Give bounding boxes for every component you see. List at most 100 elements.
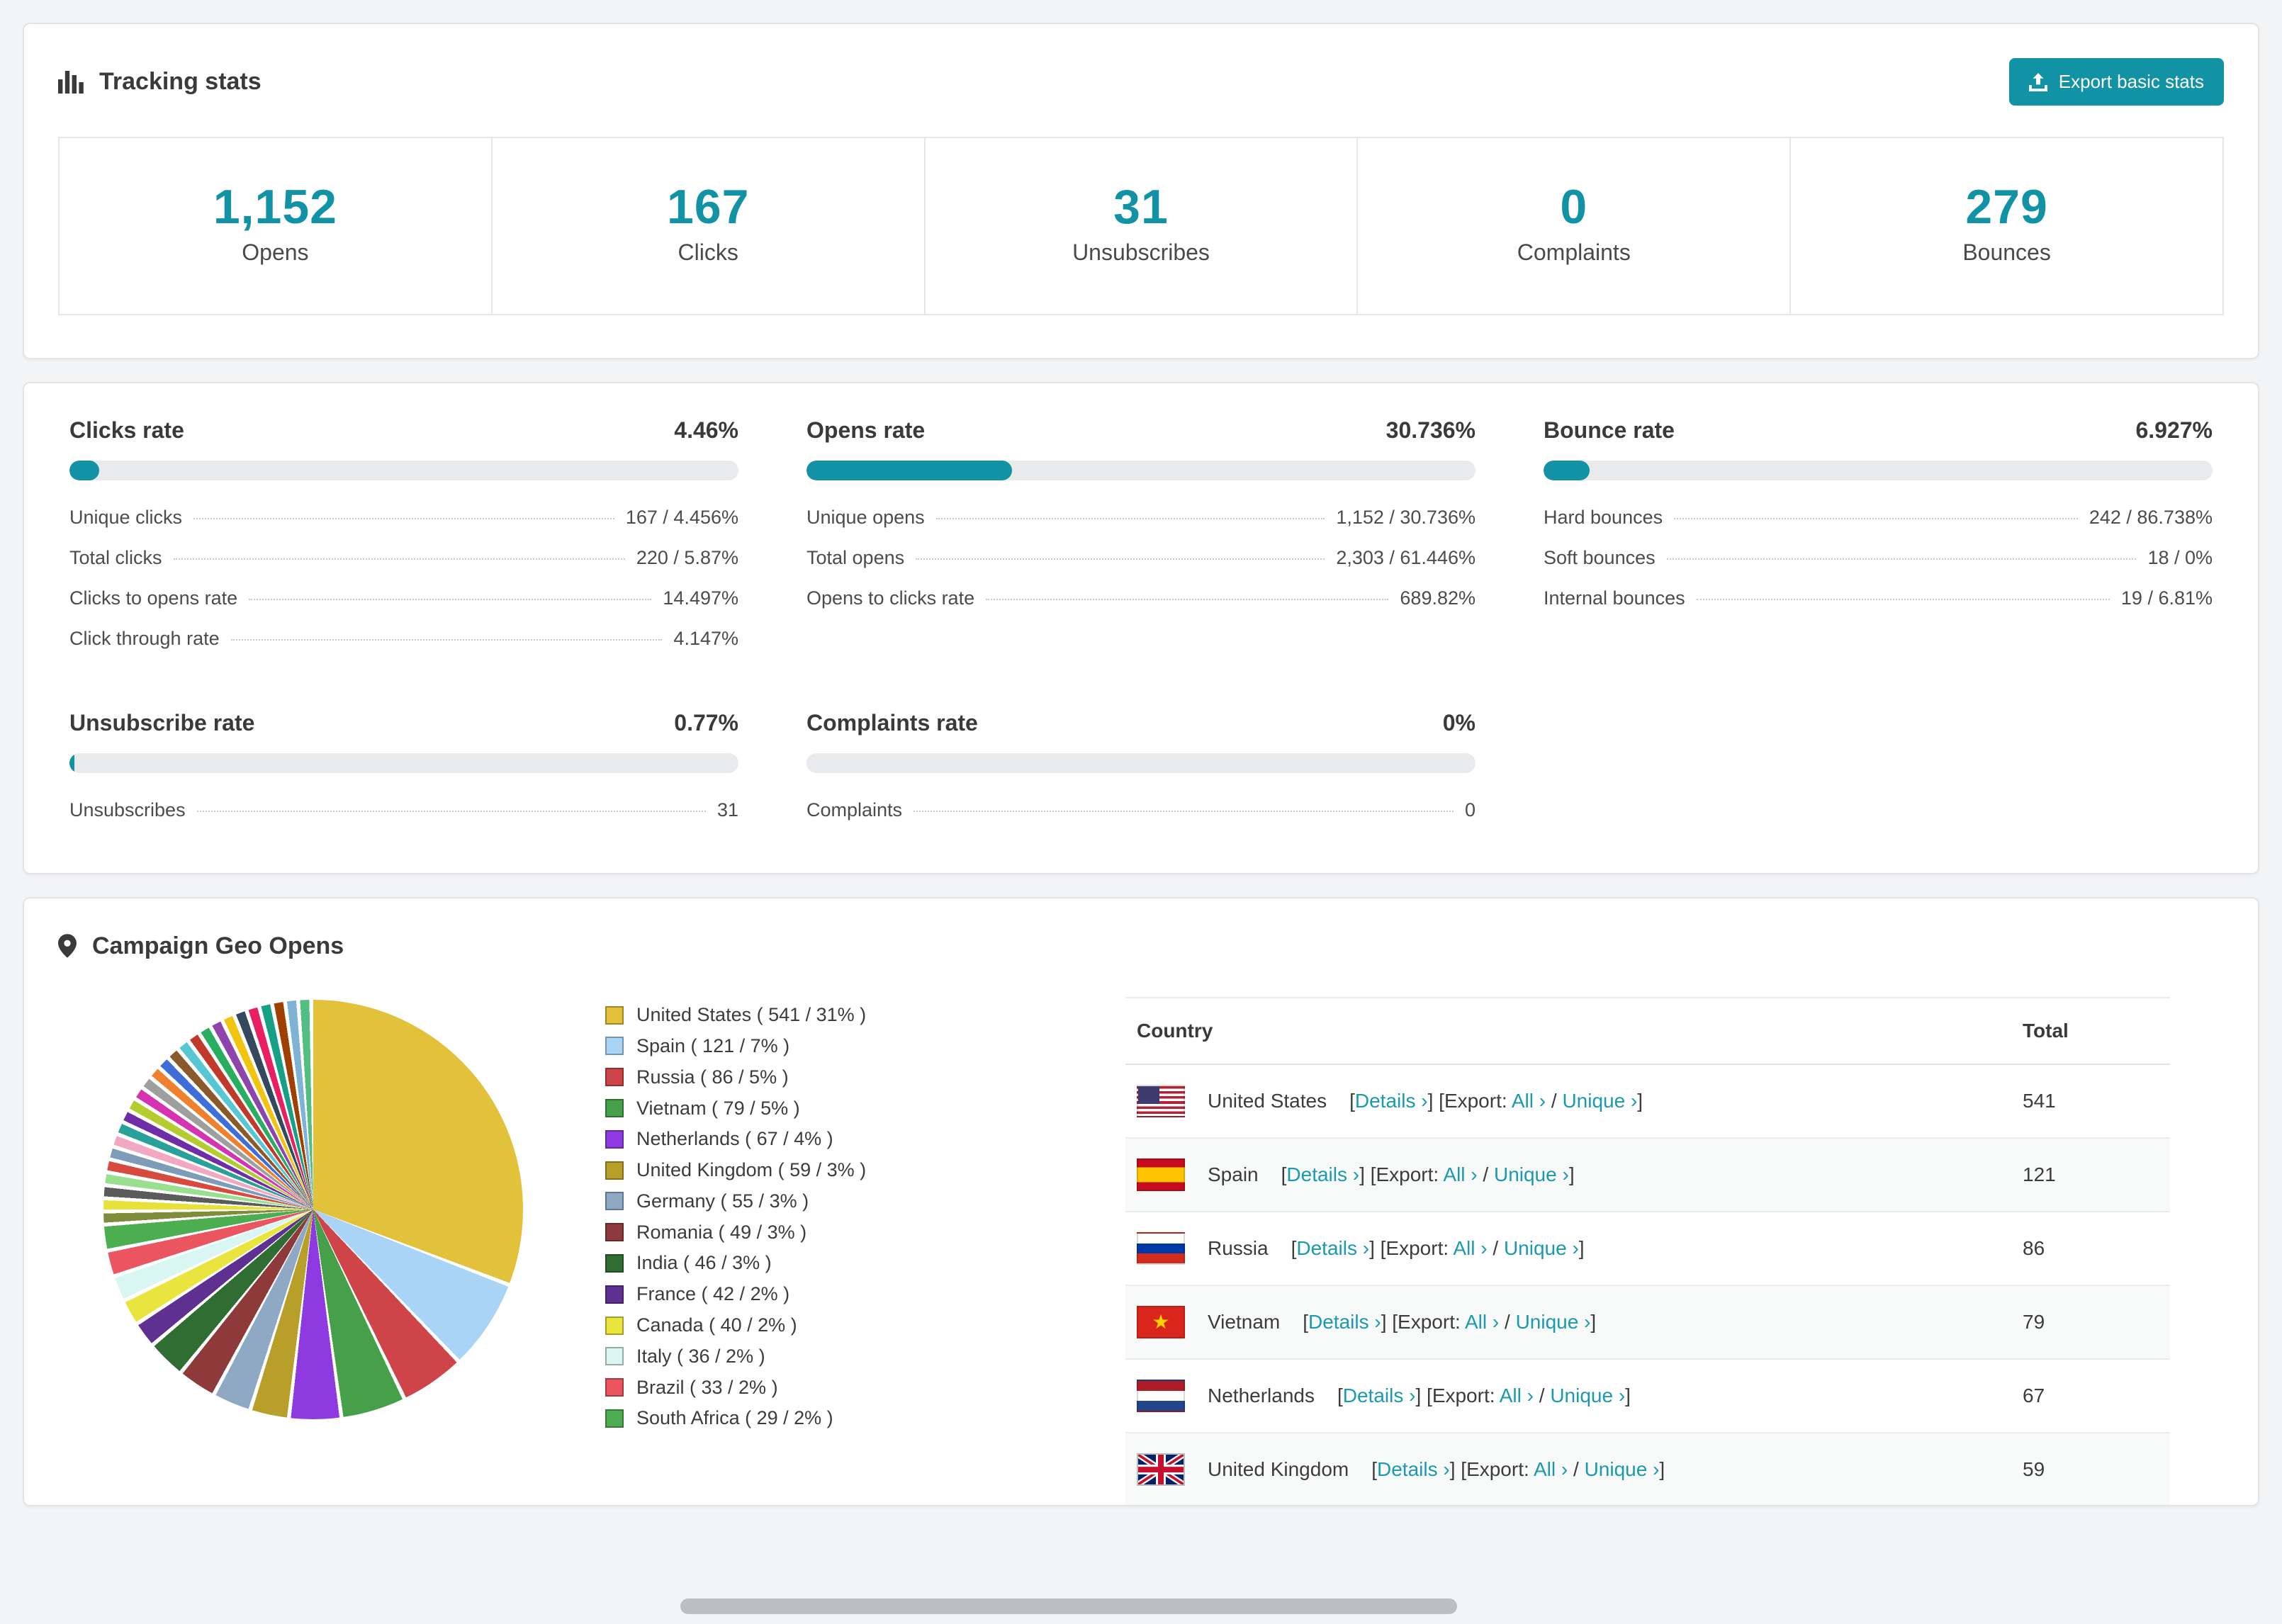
export-unique-link[interactable]: Unique › — [1585, 1458, 1660, 1480]
details-link[interactable]: Details › — [1308, 1311, 1381, 1333]
stat-row: Click through rate 4.147% — [69, 627, 738, 649]
geo-opens-table: Country Total United States [Details ›] … — [1125, 996, 2170, 1505]
legend-swatch — [605, 1378, 624, 1397]
summary-box-opens: 1,152 Opens — [58, 137, 493, 315]
export-all-link[interactable]: All › — [1443, 1163, 1477, 1185]
opens-rate-value: 30.736% — [1386, 417, 1476, 443]
export-unique-link[interactable]: Unique › — [1494, 1163, 1569, 1185]
geo-table-wrap: Country Total United States [Details ›] … — [1125, 996, 2170, 1505]
summary-box-bounces: 279 Bounces — [1789, 137, 2224, 315]
us-flag-icon — [1137, 1084, 1185, 1117]
stat-row: Soft bounces 18 / 0% — [1544, 546, 2213, 568]
details-link[interactable]: Details › — [1286, 1163, 1359, 1185]
legend-item[interactable]: Brazil ( 33 / 2% ) — [605, 1372, 866, 1403]
export-all-link[interactable]: All › — [1534, 1458, 1568, 1480]
stat-row: Unsubscribes 31 — [69, 799, 738, 821]
opens-rate-block: Opens rate 30.736% Unique opens 1,152 / 3… — [806, 417, 1476, 659]
complaints-rate-value: 0% — [1442, 709, 1476, 735]
legend-swatch — [605, 1253, 624, 1273]
export-icon — [2028, 72, 2047, 91]
details-link[interactable]: Details › — [1296, 1237, 1369, 1259]
stat-row: Complaints 0 — [806, 799, 1476, 821]
unsubscribe-rate-block: Unsubscribe rate 0.77% Unsubscribes 31 — [69, 710, 738, 830]
legend-item[interactable]: Russia ( 86 / 5% ) — [605, 1061, 866, 1093]
legend-item[interactable]: Vietnam ( 79 / 5% ) — [605, 1093, 866, 1124]
export-all-link[interactable]: All › — [1500, 1385, 1534, 1406]
summary-box-complaints: 0 Complaints — [1356, 137, 1792, 315]
legend-item[interactable]: India ( 46 / 3% ) — [605, 1248, 866, 1279]
country-total: 79 — [2011, 1285, 2170, 1360]
legend-item[interactable]: France ( 42 / 2% ) — [605, 1279, 866, 1310]
legend-item[interactable]: Italy ( 36 / 2% ) — [605, 1341, 866, 1372]
legend-swatch — [605, 1068, 624, 1087]
legend-item[interactable]: Romania ( 49 / 3% ) — [605, 1217, 866, 1248]
legend-label: United States ( 541 / 31% ) — [636, 1004, 867, 1026]
row-links: [Details ›] [Export: All › / Unique ›] — [1371, 1457, 1665, 1480]
stat-row: Clicks to opens rate 14.497% — [69, 587, 738, 609]
summary-row: 1,152 Opens 167 Clicks 31 Unsubscribes 0… — [58, 137, 2224, 315]
geo-opens-body: United States ( 541 / 31% ) Spain ( 121 … — [24, 983, 2258, 1505]
details-link[interactable]: Details › — [1377, 1458, 1450, 1480]
export-all-link[interactable]: All › — [1512, 1090, 1546, 1112]
clicks-rate-progressbar — [69, 460, 738, 480]
legend-item[interactable]: Spain ( 121 / 7% ) — [605, 1031, 866, 1062]
export-unique-link[interactable]: Unique › — [1562, 1090, 1637, 1112]
table-row: Russia [Details ›] [Export: All › / Uniq… — [1125, 1211, 2170, 1286]
row-links: [Details ›] [Export: All › / Unique ›] — [1303, 1310, 1597, 1333]
export-basic-stats-button[interactable]: Export basic stats — [2008, 58, 2224, 106]
details-link[interactable]: Details › — [1355, 1090, 1428, 1112]
bounce-rate-value: 6.927% — [2135, 417, 2213, 443]
opens-rate-progressbar — [806, 460, 1476, 480]
rates-card: Clicks rate 4.46% Unique clicks 167 / 4.4… — [23, 381, 2259, 874]
legend-item[interactable]: Germany ( 55 / 3% ) — [605, 1185, 866, 1217]
summary-box-unsubscribes: 31 Unsubscribes — [923, 137, 1359, 315]
legend-swatch — [605, 1192, 624, 1211]
opens-label: Opens — [242, 239, 309, 265]
legend-item[interactable]: Canada ( 40 / 2% ) — [605, 1310, 866, 1341]
clicks-rate-value: 4.46% — [674, 417, 738, 443]
bounces-count: 279 — [1965, 180, 2048, 234]
table-row: Vietnam [Details ›] [Export: All › / Uni… — [1125, 1285, 2170, 1360]
tracking-stats-title: Tracking stats — [58, 68, 262, 96]
legend-label: India ( 46 / 3% ) — [636, 1252, 772, 1274]
legend-item[interactable]: Netherlands ( 67 / 4% ) — [605, 1124, 866, 1155]
details-link[interactable]: Details › — [1343, 1385, 1416, 1406]
geo-opens-title: Campaign Geo Opens — [92, 932, 344, 959]
horizontal-scrollbar-thumb[interactable] — [680, 1598, 1457, 1614]
export-unique-link[interactable]: Unique › — [1516, 1311, 1591, 1333]
complaints-rate-progressbar — [806, 752, 1476, 773]
export-all-link[interactable]: All › — [1453, 1237, 1487, 1259]
row-links: [Details ›] [Export: All › / Unique ›] — [1349, 1089, 1643, 1112]
tracking-stats-page: Tracking stats Export basic stats 1,152 … — [0, 0, 2282, 1614]
geo-pie-chart[interactable] — [103, 999, 523, 1419]
row-links: [Details ›] [Export: All › / Unique ›] — [1291, 1236, 1585, 1259]
legend-swatch — [605, 1347, 624, 1366]
complaints-count: 0 — [1560, 180, 1588, 234]
legend-swatch — [605, 1129, 624, 1149]
export-all-link[interactable]: All › — [1465, 1311, 1499, 1333]
legend-item[interactable]: United Kingdom ( 59 / 3% ) — [605, 1155, 866, 1186]
legend-swatch — [605, 1037, 624, 1056]
export-basic-stats-label: Export basic stats — [2058, 71, 2204, 92]
legend-label: United Kingdom ( 59 / 3% ) — [636, 1159, 867, 1181]
unsubscribe-rate-value: 0.77% — [674, 709, 738, 735]
bounce-rate-block: Bounce rate 6.927% Hard bounces 242 / 86.… — [1544, 417, 2213, 659]
export-unique-link[interactable]: Unique › — [1550, 1385, 1625, 1406]
complaints-rate-block: Complaints rate 0% Complaints 0 — [806, 710, 1476, 830]
legend-item[interactable]: South Africa ( 29 / 2% ) — [605, 1403, 866, 1434]
tracking-stats-title-text: Tracking stats — [99, 68, 262, 95]
geo-opens-card: Campaign Geo Opens United States ( 541 /… — [23, 896, 2259, 1506]
total-column-header: Total — [2011, 997, 2170, 1065]
bounce-rate-progressbar — [1544, 460, 2213, 480]
legend-swatch — [605, 1223, 624, 1242]
legend-label: France ( 42 / 2% ) — [636, 1283, 790, 1305]
stat-row: Unique clicks 167 / 4.456% — [69, 506, 738, 528]
unsubscribes-label: Unsubscribes — [1072, 239, 1210, 265]
legend-item[interactable]: United States ( 541 / 31% ) — [605, 1000, 866, 1031]
stat-row: Unique opens 1,152 / 30.736% — [806, 506, 1476, 528]
export-unique-link[interactable]: Unique › — [1504, 1237, 1579, 1259]
legend-label: Italy ( 36 / 2% ) — [636, 1345, 765, 1367]
clicks-rate-title: Clicks rate — [69, 417, 184, 443]
geo-pie-wrap — [103, 999, 523, 1419]
legend-swatch — [605, 1409, 624, 1428]
